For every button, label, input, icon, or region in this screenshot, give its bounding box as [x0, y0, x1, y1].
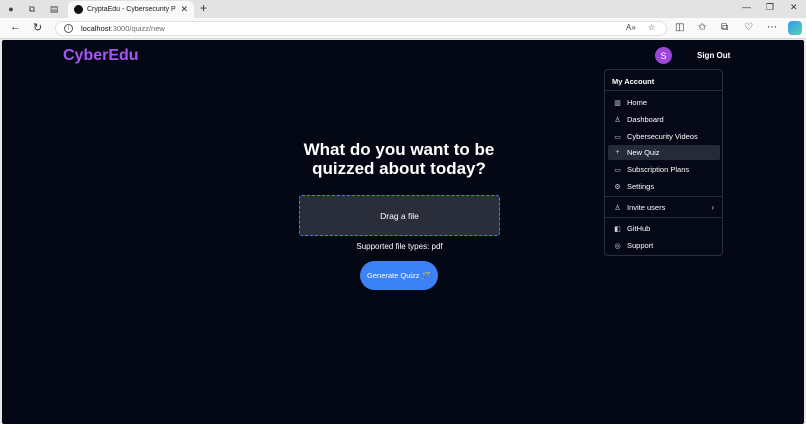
menu-item-new-quiz[interactable]: + New Quiz [608, 145, 720, 160]
github-icon: ◧ [614, 225, 621, 233]
split-screen-icon[interactable]: ◫ [675, 22, 684, 33]
new-tab-icon[interactable]: + [200, 1, 207, 15]
chevron-right-icon: › [711, 203, 714, 212]
chart-icon: ▥ [614, 99, 621, 107]
credit-card-icon: ▭ [614, 166, 621, 174]
refresh-icon[interactable]: ↻ [33, 21, 42, 34]
close-tab-icon[interactable]: ✕ [180, 4, 188, 15]
url-host: localhost [81, 24, 111, 33]
menu-item-label: Cybersecurity Videos [627, 132, 698, 141]
menu-item-label: Settings [627, 182, 655, 191]
generate-quiz-button[interactable]: Generate Quizz 🪄 [360, 261, 438, 290]
favorites-icon[interactable]: ✩ [698, 22, 706, 33]
menu-divider [605, 90, 722, 91]
plus-icon: + [615, 149, 620, 156]
url-path: :3000/quizz/new [110, 24, 165, 33]
menu-item-label: New Quiz [627, 148, 660, 157]
collections-icon[interactable]: ⧉ [721, 22, 728, 33]
menu-item-cybersecurity-videos[interactable]: ▭ Cybersecurity Videos [608, 129, 720, 144]
menu-item-subscription-plans[interactable]: ▭ Subscription Plans [608, 162, 720, 177]
menu-item-dashboard[interactable]: ♙ Dashboard [608, 112, 720, 127]
more-icon[interactable]: ⋯ [767, 22, 777, 33]
profile-icon[interactable]: ● [4, 2, 18, 16]
read-aloud-icon[interactable]: A» [626, 23, 636, 32]
minimize-icon[interactable]: — [742, 2, 751, 12]
maximize-icon[interactable]: ❐ [766, 2, 774, 13]
favorite-icon[interactable]: ☆ [648, 23, 655, 32]
browser-tab[interactable]: CryptaEdu - Cybersecurity Preven ✕ [68, 1, 194, 18]
menu-item-label: Subscription Plans [627, 165, 690, 174]
browser-essentials-icon[interactable]: ♡ [744, 22, 753, 33]
menu-item-support[interactable]: ◎ Support [608, 238, 720, 253]
supported-types-text: Supported file types: pdf [356, 242, 443, 251]
menu-item-label: Support [627, 241, 654, 250]
copilot-icon[interactable] [788, 21, 802, 35]
workspaces-icon[interactable]: ⧉ [25, 2, 39, 16]
page-title: What do you want to be quizzed about tod… [303, 140, 495, 178]
user-plus-icon: ♙ [614, 204, 621, 212]
address-bar[interactable]: i localhost:3000/quizz/new A» ☆ [55, 21, 667, 36]
menu-item-label: GitHub [627, 224, 651, 233]
close-window-icon[interactable]: ✕ [790, 2, 798, 13]
brand-logo[interactable]: CyberEdu [63, 47, 139, 65]
user-icon: ♙ [614, 116, 621, 124]
menu-divider [605, 217, 722, 218]
support-icon: ◎ [614, 242, 621, 250]
video-icon: ▭ [614, 133, 621, 141]
browser-toolbar: ← ↻ i localhost:3000/quizz/new A» ☆ ◫ ✩ … [0, 18, 806, 39]
tab-title: CryptaEdu - Cybersecurity Preven [87, 6, 176, 13]
menu-item-label: Dashboard [627, 115, 664, 124]
account-dropdown-menu: My Account ▥ Home ♙ Dashboard ▭ Cybersec… [604, 69, 723, 256]
browser-tab-bar: ● ⧉ ▤ CryptaEdu - Cybersecurity Preven ✕… [0, 0, 806, 18]
menu-divider [605, 196, 722, 197]
file-dropzone[interactable]: Drag a file [299, 195, 500, 236]
dropzone-label: Drag a file [380, 210, 419, 221]
menu-item-label: Home [627, 98, 648, 107]
menu-item-settings[interactable]: ⚙ Settings [608, 179, 720, 194]
avatar[interactable]: S [655, 47, 672, 64]
web-page: CyberEdu S Sign Out What do you want to … [2, 40, 804, 424]
menu-item-invite-users[interactable]: ♙ Invite users › [608, 200, 720, 215]
sign-out-button[interactable]: Sign Out [697, 51, 730, 60]
menu-item-home[interactable]: ▥ Home [608, 95, 720, 110]
menu-title: My Account [612, 77, 655, 86]
menu-item-label: Invite users [627, 203, 666, 212]
back-icon[interactable]: ← [10, 21, 21, 33]
menu-item-github[interactable]: ◧ GitHub [608, 221, 720, 236]
vertical-tabs-icon[interactable]: ▤ [47, 2, 61, 16]
site-info-icon[interactable]: i [64, 24, 73, 33]
gear-icon: ⚙ [614, 183, 621, 191]
site-favicon-icon [74, 5, 83, 14]
